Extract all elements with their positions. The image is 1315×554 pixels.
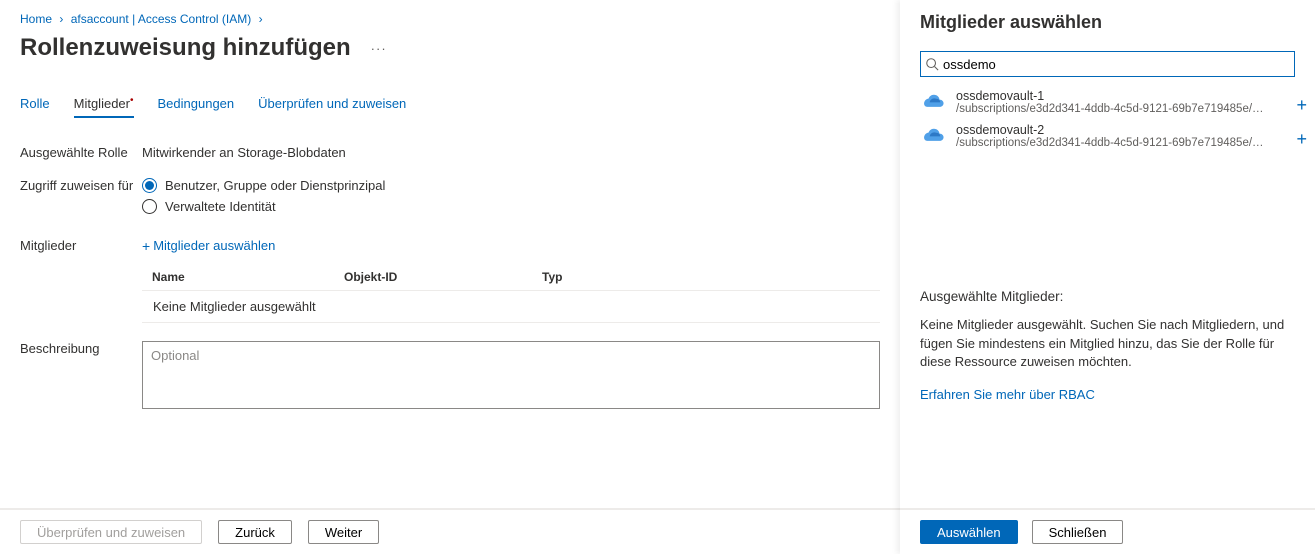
tabs: Rolle Mitglieder• Bedingungen Überprüfen… (20, 96, 880, 117)
breadcrumb: Home › afsaccount | Access Control (IAM)… (20, 12, 880, 26)
back-button[interactable]: Zurück (218, 520, 292, 544)
description-label: Beschreibung (20, 341, 142, 356)
result-row[interactable]: ossdemovault-1/subscriptions/e3d2d341-4d… (920, 85, 1295, 119)
th-type: Typ (542, 270, 870, 284)
add-members-link[interactable]: + Mitglieder auswählen (142, 238, 275, 253)
select-button[interactable]: Auswählen (920, 520, 1018, 544)
assign-access-label: Zugriff zuweisen für (20, 178, 142, 193)
radio-icon (142, 178, 157, 193)
main-footer: Überprüfen und zuweisen Zurück Weiter (0, 508, 900, 554)
result-path: /subscriptions/e3d2d341-4ddb-4c5d-9121-6… (956, 137, 1266, 149)
radio-user-group-sp[interactable]: Benutzer, Gruppe oder Dienstprinzipal (142, 178, 880, 193)
close-button[interactable]: Schließen (1032, 520, 1124, 544)
members-label: Mitglieder (20, 238, 142, 253)
result-path: /subscriptions/e3d2d341-4ddb-4c5d-9121-6… (956, 103, 1266, 115)
plus-icon: + (142, 239, 150, 253)
search-input[interactable] (920, 51, 1295, 77)
result-name: ossdemovault-2 (956, 123, 1295, 137)
radio-mi-label: Verwaltete Identität (165, 199, 276, 214)
next-button[interactable]: Weiter (308, 520, 379, 544)
radio-user-label: Benutzer, Gruppe oder Dienstprinzipal (165, 178, 385, 193)
cloud-icon (920, 89, 946, 115)
add-result-icon[interactable]: + (1296, 95, 1307, 116)
selected-role-value: Mitwirkender an Storage-Blobdaten (142, 145, 880, 160)
tab-role[interactable]: Rolle (20, 96, 50, 117)
page-title: Rollenzuweisung hinzufügen (20, 34, 351, 62)
required-indicator-icon: • (130, 95, 134, 106)
more-menu-icon[interactable]: ··· (371, 41, 387, 56)
selected-members-empty: Keine Mitglieder ausgewählt. Suchen Sie … (920, 316, 1295, 371)
add-members-text: Mitglieder auswählen (153, 238, 275, 253)
breadcrumb-account[interactable]: afsaccount | Access Control (IAM) (71, 12, 252, 26)
result-row[interactable]: ossdemovault-2/subscriptions/e3d2d341-4d… (920, 119, 1295, 153)
chevron-right-icon: › (55, 12, 67, 26)
search-icon (925, 57, 939, 71)
radio-managed-identity[interactable]: Verwaltete Identität (142, 199, 880, 214)
description-input[interactable] (142, 341, 880, 409)
tab-review[interactable]: Überprüfen und zuweisen (258, 96, 406, 117)
breadcrumb-home[interactable]: Home (20, 12, 52, 26)
result-name: ossdemovault-1 (956, 89, 1295, 103)
members-table-empty: Keine Mitglieder ausgewählt (142, 291, 880, 323)
members-table: Name Objekt-ID Typ Keine Mitglieder ausg… (142, 264, 880, 323)
review-assign-button[interactable]: Überprüfen und zuweisen (20, 520, 202, 544)
th-object-id: Objekt-ID (344, 270, 542, 284)
rbac-learn-more-link[interactable]: Erfahren Sie mehr über RBAC (920, 387, 1095, 402)
selected-role-label: Ausgewählte Rolle (20, 145, 142, 160)
select-members-panel: Mitglieder auswählen ossdemovault-1/subs… (900, 0, 1315, 554)
tab-members-label: Mitglieder (74, 96, 130, 111)
cloud-icon (920, 123, 946, 149)
panel-title: Mitglieder auswählen (920, 12, 1295, 33)
tab-conditions[interactable]: Bedingungen (158, 96, 235, 117)
add-result-icon[interactable]: + (1296, 129, 1307, 150)
radio-icon (142, 199, 157, 214)
tab-members[interactable]: Mitglieder• (74, 96, 134, 117)
th-name: Name (152, 270, 344, 284)
selected-members-heading: Ausgewählte Mitglieder: (920, 289, 1295, 304)
chevron-right-icon: › (255, 12, 267, 26)
panel-footer: Auswählen Schließen (900, 508, 1315, 554)
